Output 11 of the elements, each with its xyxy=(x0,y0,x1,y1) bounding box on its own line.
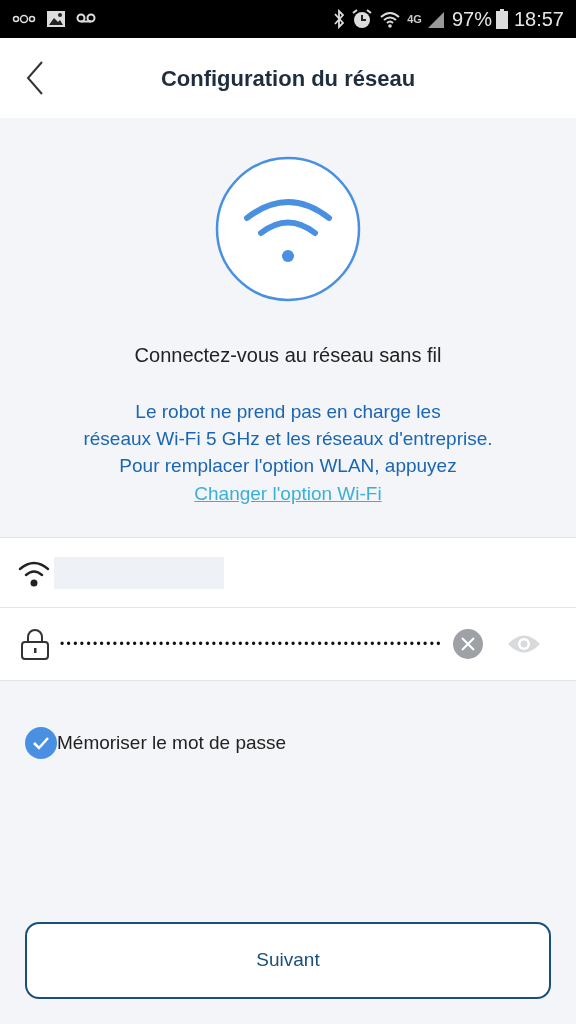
network-type-label: 4G xyxy=(407,11,422,27)
notice-text-line: Pour remplacer l'option WLAN, appuyez xyxy=(119,454,457,478)
notice-text-line: Le robot ne prend pas en charge les xyxy=(135,400,441,424)
connect-heading: Connectez-vous au réseau sans fil xyxy=(134,343,442,368)
clock: 18:57 xyxy=(513,7,564,32)
next-button[interactable]: Suivant xyxy=(25,922,551,999)
battery-percent: 97% xyxy=(451,7,492,32)
notice-text-line: réseaux Wi-Fi 5 GHz et les réseaux d'entreprise. xyxy=(83,427,493,451)
remember-password-label: Mémoriser le mot de passe xyxy=(57,730,287,755)
password-field[interactable]: •••••••••••••••••••••••••••••••••••••••••••••••••••••••••• xyxy=(60,635,443,653)
page-title: Configuration du réseau xyxy=(160,64,416,93)
